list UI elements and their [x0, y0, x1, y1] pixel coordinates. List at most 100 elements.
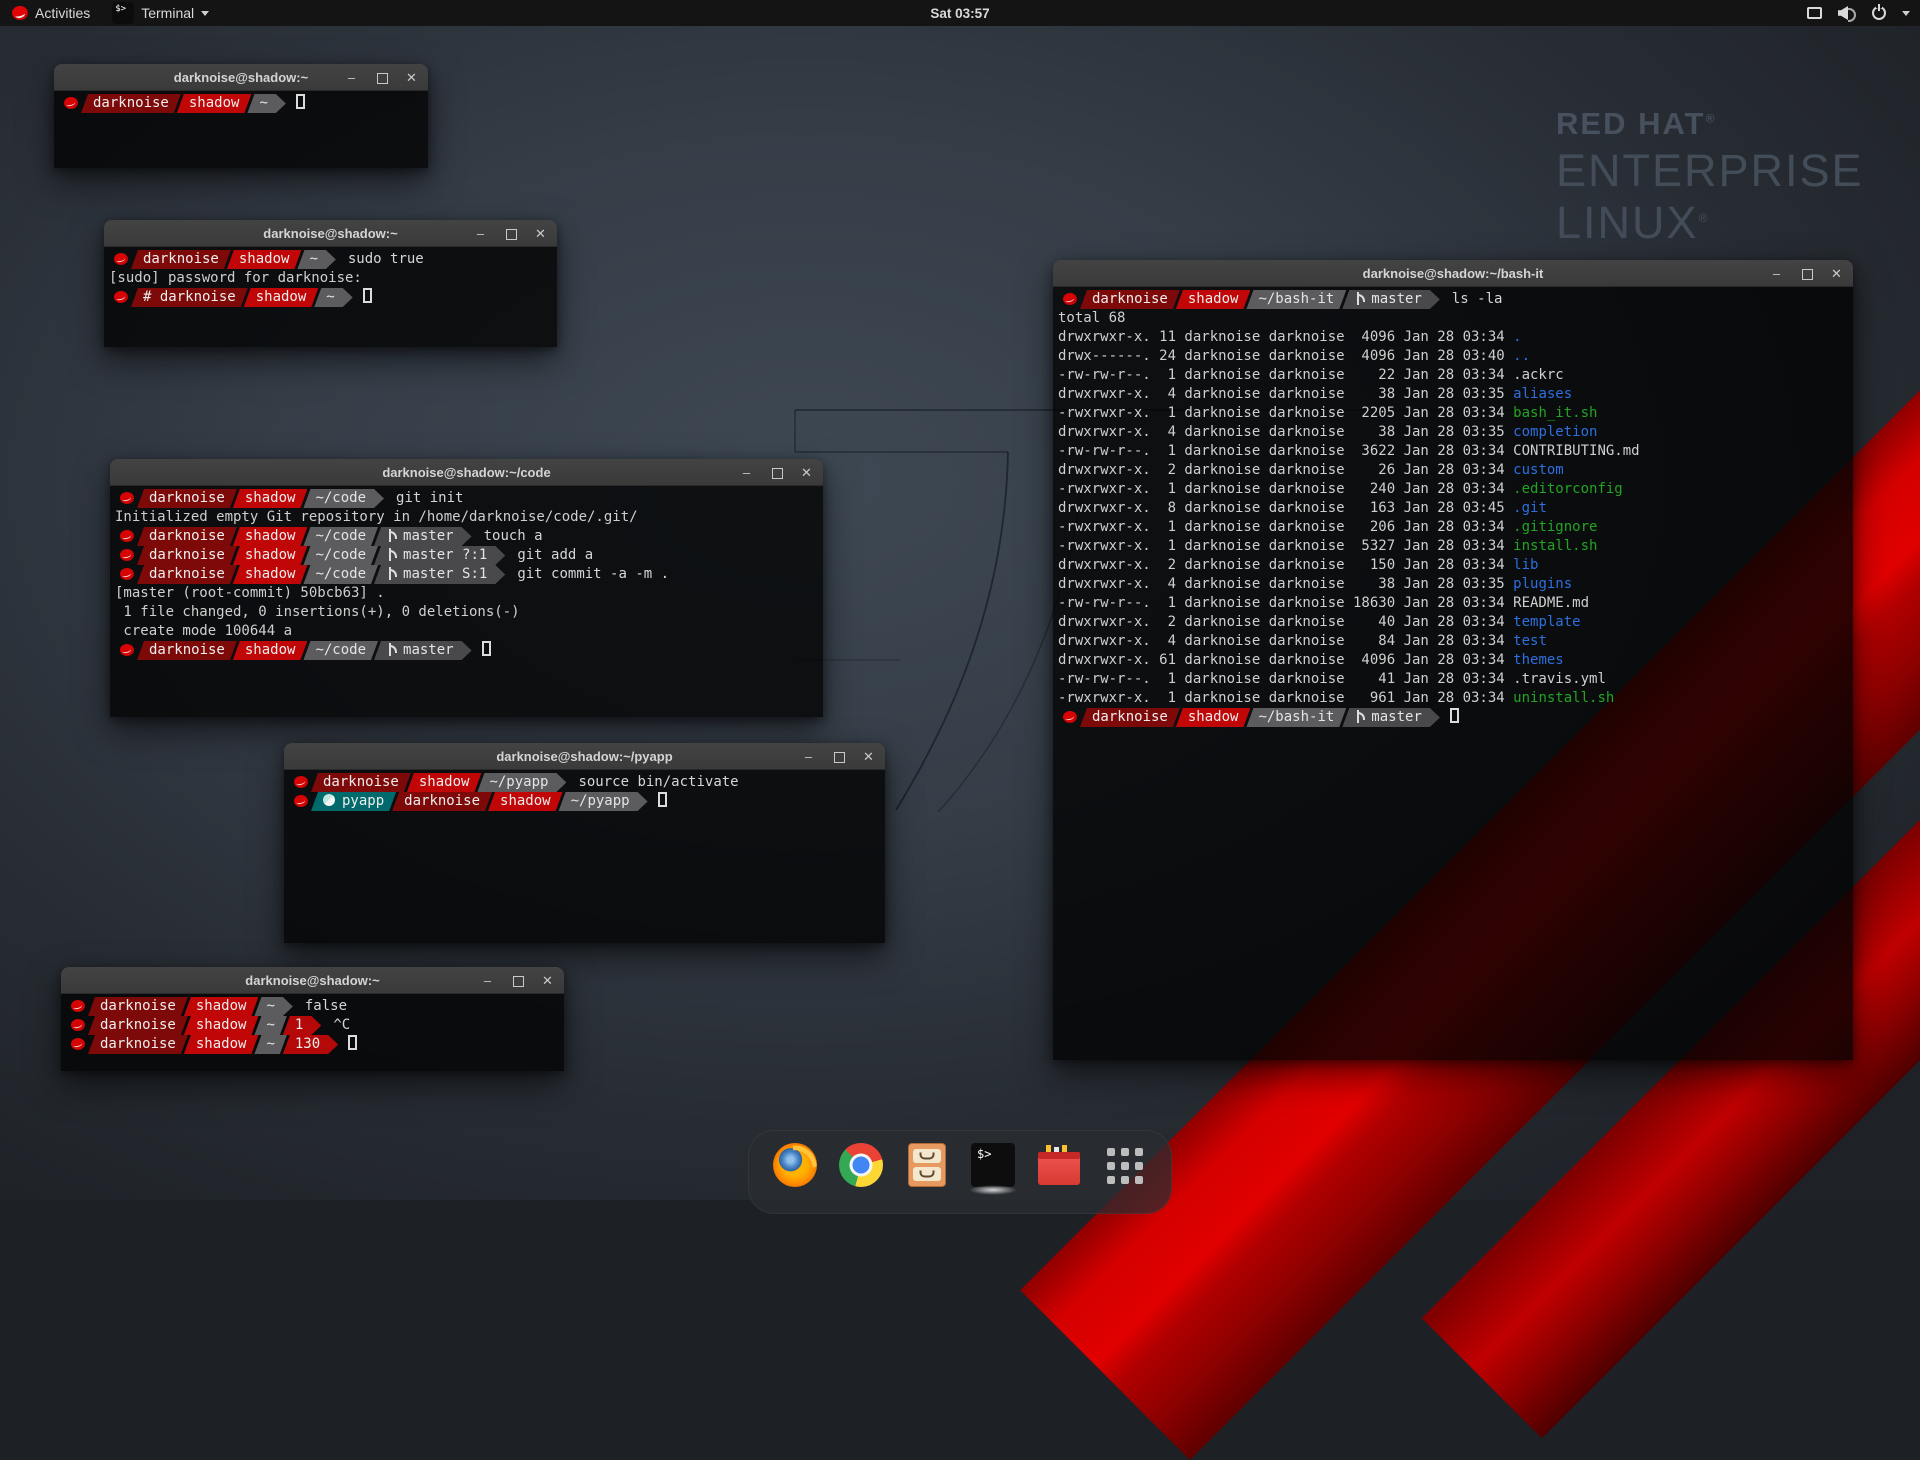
terminal-text: [sudo] password for darknoise:: [109, 270, 362, 286]
close-button[interactable]: ✕: [1830, 267, 1843, 280]
terminal-line: darknoiseshadow~1^C: [66, 1016, 564, 1035]
terminal-cursor: [1450, 708, 1459, 723]
prompt-segment: darknoise: [1080, 290, 1180, 309]
prompt-segment: darknoise: [81, 94, 181, 113]
prompt-segment: master: [374, 527, 472, 546]
terminal-text: git add a: [505, 547, 593, 563]
maximize-button[interactable]: [1800, 267, 1813, 280]
terminal-line: darknoiseshadow~/codegit init: [115, 489, 823, 508]
window-titlebar[interactable]: darknoise@shadow:~/pyapp – ✕: [284, 743, 885, 770]
brand-line-1: RED HAT®: [1556, 106, 1864, 142]
redhat-icon: [120, 492, 134, 504]
terminal-cursor: [658, 792, 667, 807]
redhat-icon: [294, 776, 308, 788]
git-icon: [1354, 292, 1364, 305]
terminal-text: ..: [1513, 348, 1530, 364]
maximize-button[interactable]: [504, 227, 517, 240]
terminal-line: drwxrwxr-x. 4 darknoise darknoise 84 Jan…: [1058, 632, 1853, 651]
window-titlebar[interactable]: darknoise@shadow:~ – ✕: [54, 64, 428, 91]
terminal-text: -rw-rw-r--. 1 darknoise darknoise 18630 …: [1058, 595, 1589, 611]
maximize-button[interactable]: [375, 71, 388, 84]
minimize-button[interactable]: –: [1770, 267, 1783, 280]
screen-icon[interactable]: [1807, 7, 1822, 19]
terminal-line: -rwxrwxr-x. 1 darknoise darknoise 961 Ja…: [1058, 689, 1853, 708]
prompt-redhat-icon: [115, 565, 141, 584]
prompt-segment: darknoise: [137, 565, 237, 584]
redhat-logo-icon: [12, 6, 28, 20]
dock-item-toolbox[interactable]: [1037, 1143, 1081, 1191]
terminal-text: aliases: [1513, 386, 1572, 402]
top-bar: Activities $> Terminal Sat 03:57: [0, 0, 1920, 26]
window-title: darknoise@shadow:~: [174, 70, 308, 85]
terminal-line: drwxrwxr-x. 2 darknoise darknoise 150 Ja…: [1058, 556, 1853, 575]
maximize-button[interactable]: [832, 750, 845, 763]
terminal-text: -rw-rw-r--. 1 darknoise darknoise 22 Jan…: [1058, 367, 1564, 383]
close-button[interactable]: ✕: [541, 974, 554, 987]
terminal-body[interactable]: darknoiseshadow~/bash-itmasterls -latota…: [1053, 287, 1853, 1060]
activities-button[interactable]: Activities: [0, 0, 102, 26]
terminal-text: drwxrwxr-x. 4 darknoise darknoise 38 Jan…: [1058, 386, 1513, 402]
terminal-text: -rw-rw-r--. 1 darknoise darknoise 41 Jan…: [1058, 671, 1606, 687]
redhat-icon: [71, 1038, 85, 1050]
maximize-button[interactable]: [770, 466, 783, 479]
app-menu-terminal[interactable]: $> Terminal: [102, 0, 219, 26]
dock-item-app-grid[interactable]: [1103, 1143, 1147, 1191]
minimize-button[interactable]: –: [345, 71, 358, 84]
prompt-redhat-icon: [289, 792, 315, 811]
window-titlebar[interactable]: darknoise@shadow:~ –✕: [61, 967, 564, 994]
terminal-text: themes: [1513, 652, 1564, 668]
terminal-body[interactable]: darknoiseshadow~sudo true[sudo] password…: [104, 247, 557, 347]
minimize-button[interactable]: –: [802, 750, 815, 763]
close-button[interactable]: ✕: [534, 227, 547, 240]
window-titlebar[interactable]: darknoise@shadow:~/code –✕: [110, 459, 823, 486]
minimize-button[interactable]: –: [481, 974, 494, 987]
prompt-segment: master: [1342, 708, 1440, 727]
terminal-line: Initialized empty Git repository in /hom…: [115, 508, 823, 527]
chevron-down-icon[interactable]: [1902, 11, 1910, 20]
prompt-segment: darknoise: [137, 489, 237, 508]
prompt-segment: shadow: [407, 773, 482, 792]
prompt-segment: 1: [283, 1016, 321, 1035]
dock-item-files[interactable]: [905, 1143, 949, 1191]
close-button[interactable]: ✕: [862, 750, 875, 763]
minimize-button[interactable]: –: [740, 466, 753, 479]
terminal-line: pyappdarknoiseshadow~/pyapp: [289, 792, 885, 811]
terminal-body[interactable]: darknoiseshadow~/codegit initInitialized…: [110, 486, 823, 717]
prompt-segment: shadow: [184, 1035, 259, 1054]
terminal-line: drwxrwxr-x. 2 darknoise darknoise 40 Jan…: [1058, 613, 1853, 632]
terminal-text: Initialized empty Git repository in /hom…: [115, 509, 638, 525]
close-button[interactable]: ✕: [800, 466, 813, 479]
terminal-line: [master (root-commit) 50bcb63] .: [115, 584, 823, 603]
system-status-area[interactable]: [1807, 0, 1910, 26]
power-icon[interactable]: [1872, 6, 1886, 20]
volume-icon[interactable]: [1838, 6, 1856, 20]
close-button[interactable]: ✕: [405, 71, 418, 84]
minimize-button[interactable]: –: [474, 227, 487, 240]
terminal-body[interactable]: darknoiseshadow~falsedarknoiseshadow~1^C…: [61, 994, 564, 1071]
terminal-text: -rwxrwxr-x. 1 darknoise darknoise 5327 J…: [1058, 538, 1513, 554]
terminal-text: source bin/activate: [566, 774, 738, 790]
window-title: darknoise@shadow:~/pyapp: [496, 749, 672, 764]
terminal-text: create mode 100644 a: [115, 623, 292, 639]
maximize-button[interactable]: [511, 974, 524, 987]
window-titlebar[interactable]: darknoise@shadow:~ –✕: [104, 220, 557, 247]
terminal-body[interactable]: darknoiseshadow~/pyappsource bin/activat…: [284, 770, 885, 943]
terminal-window-code: darknoise@shadow:~/code –✕ darknoiseshad…: [110, 459, 823, 717]
terminal-text: .: [1513, 329, 1521, 345]
dock-item-chrome[interactable]: [839, 1143, 883, 1191]
terminal-window-pyapp: darknoise@shadow:~/pyapp – ✕ darknoisesha…: [284, 743, 885, 943]
terminal-line: darknoiseshadow~sudo true: [109, 250, 557, 269]
prompt-segment: shadow: [1176, 290, 1251, 309]
window-titlebar[interactable]: darknoise@shadow:~/bash-it –✕: [1053, 260, 1853, 287]
terminal-text: template: [1513, 614, 1580, 630]
dock-item-terminal[interactable]: $>: [971, 1143, 1015, 1191]
terminal-window-sudo: darknoise@shadow:~ –✕ darknoiseshadow~su…: [104, 220, 557, 347]
terminal-body[interactable]: darknoiseshadow~: [54, 91, 428, 168]
prompt-redhat-icon: [115, 546, 141, 565]
clock[interactable]: Sat 03:57: [930, 6, 989, 21]
prompt-redhat-icon: [109, 288, 135, 307]
dock-item-firefox[interactable]: [773, 1143, 817, 1191]
terminal-text: bash_it.sh: [1513, 405, 1597, 421]
prompt-segment: ~/code: [303, 527, 378, 546]
redhat-icon: [120, 568, 134, 580]
